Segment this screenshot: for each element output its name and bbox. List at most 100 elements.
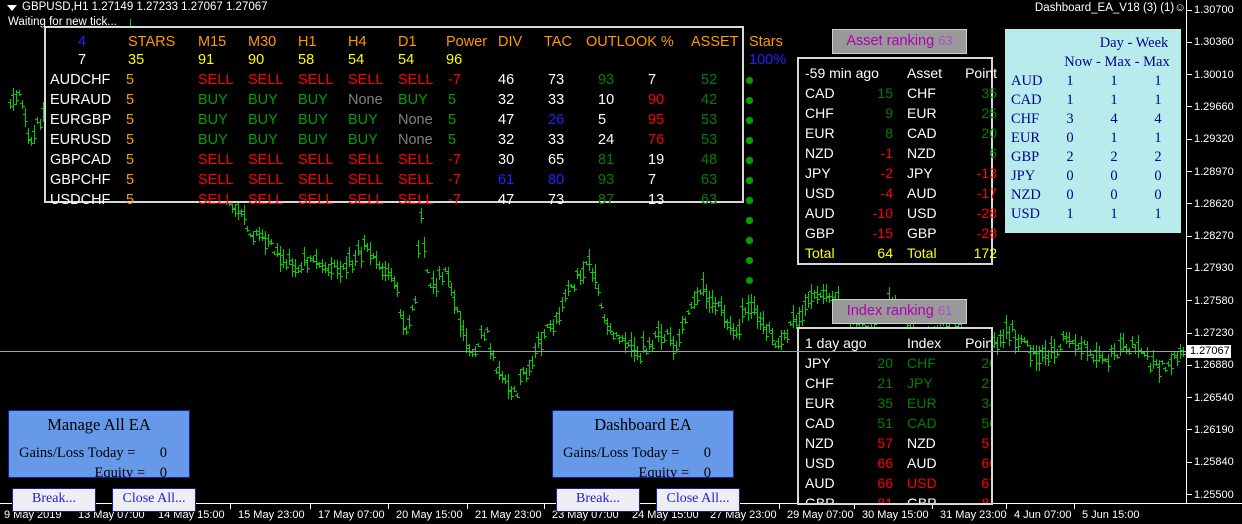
signal-cell-h4: SELL [348,152,384,168]
price-bar [683,317,688,324]
dashboard-ea-equity-value: 0 [703,465,711,481]
asset-row-left-name: NZD [805,145,834,161]
signal-cell-asset: 53 [701,132,718,148]
index-row-left-value: 66 [877,455,893,471]
signal-cell-div: 32 [498,92,515,108]
price-bar [995,337,1000,355]
price-bar [1118,333,1123,356]
manage-all-ea-close-all-button[interactable]: Close All... [112,488,196,512]
price-bar [1004,315,1009,339]
price-bar [797,307,802,327]
price-bar [701,272,706,296]
price-bar [695,287,700,305]
manage-all-ea-equity-value: 0 [159,465,167,481]
signal-subheader-value: 54 [398,52,415,68]
signal-cell-asset: 42 [701,92,718,108]
signal-cell-m30: BUY [248,132,278,148]
signal-cell-m30: SELL [248,152,284,168]
chart-menu-caret-icon[interactable] [7,5,17,11]
asset-ranking-header[interactable]: Asset ranking 63 [832,29,967,54]
index-col-header-name: Index [907,335,942,351]
day-week-panel[interactable]: Day - Week Now - Max - Max AUD 1 1 1 CAD 1 1 1 CHF… [1003,27,1183,235]
signal-cell-asset: 63 [701,172,718,188]
index-ranking-header[interactable]: Index ranking 61 [832,299,967,324]
signal-cell-h4: None [348,92,383,108]
signal-cell-h1: BUY [298,112,328,128]
signal-cell-d1: SELL [398,192,434,208]
day-week-subtitle: Now - Max - Max [1064,54,1170,70]
price-bar [539,332,544,356]
price-bar [638,353,643,364]
dashboard-ea-close-all-button[interactable]: Close All... [656,488,740,512]
mt4-chart-window: GBPUSD,H1 1.27149 1.27233 1.27067 1.2706… [0,0,1242,524]
day-week-row-day-max: 0 [1110,187,1118,203]
asset-row-right-value: 35 [981,85,997,101]
time-axis-separator [1006,504,1007,509]
asset-row-left-name: JPY [805,165,831,181]
signal-cell-h1: BUY [298,132,328,148]
day-week-row-name: AUD [1011,73,1043,89]
index-row-left-name: CAD [805,415,835,431]
price-bar [443,267,448,272]
signal-table[interactable]: 4 STARS M15 M30 H1 H4 D1 Power DIV TAC OUTLOOK % AS… [44,26,786,285]
price-bar [1160,360,1165,365]
signal-cell-h1: BUY [298,92,328,108]
signal-cell-tac: 73 [548,192,565,208]
price-bar [593,264,598,289]
dashboard-ea-break-button[interactable]: Break... [556,488,640,512]
day-week-row-day-max: 1 [1110,206,1118,222]
index-row-left-value: 66 [877,475,893,491]
signal-header-col-stars: STARS [128,34,176,50]
price-axis-tick: 1.30700 [1187,4,1242,17]
day-week-row-day-max: 1 [1110,73,1118,89]
price-bar [1082,340,1087,345]
price-axis-tick: 1.30360 [1187,36,1242,49]
day-week-row-name: GBP [1011,149,1040,165]
asset-ranking-table[interactable]: -59 min ago Asset Point CAD 15 CHF 35 CHF 9 EUR 25… [797,57,997,265]
price-bar [521,367,526,375]
price-bar [710,290,715,313]
price-bar [467,344,472,356]
price-bar [1046,350,1051,366]
day-week-row-day-max: 1 [1110,92,1118,108]
price-bar [257,227,262,241]
day-week-row-now: 0 [1066,187,1074,203]
signal-cell-pair: EURAUD [50,92,112,108]
price-axis-tick: 1.29320 [1187,133,1242,146]
price-bar [32,125,37,144]
asset-row-left-value: -15 [872,225,893,241]
price-axis[interactable]: 1.30700 1.30360 1.30010 1.29660 1.29320 1.289… [1187,0,1242,503]
price-bar [1100,351,1105,364]
price-bar [1136,335,1141,358]
price-bar [677,329,682,347]
price-bar [1133,344,1138,354]
asset-row-left-value: -4 [880,185,893,201]
signal-cell-power: -7 [448,192,461,208]
price-bar [287,249,292,265]
signal-cell-h1: SELL [298,172,334,188]
time-axis-separator [779,504,780,509]
price-bar [734,327,739,338]
price-axis-tick: 1.25500 [1187,489,1242,502]
signal-header-col-power: Power [446,34,488,50]
asset-row-right-value: 172 [973,245,997,261]
signal-cell-stars: 5 [126,132,135,148]
price-bar [251,231,256,245]
price-bar [548,320,553,332]
index-row-right-value: 67 [981,475,991,491]
day-week-row-name: JPY [1011,168,1036,184]
price-bar [338,261,343,283]
price-bar [404,326,409,335]
manage-all-ea-break-button[interactable]: Break... [12,488,96,512]
signal-cell-d1: SELL [398,172,434,188]
dashboard-ea-panel[interactable]: Dashboard EA Gains/Loss Today = 0 Equity… [552,410,734,481]
price-bar [401,311,406,335]
signal-cell-m15: SELL [198,72,234,88]
signal-cell-tac: 33 [548,92,565,108]
asset-row-right-value: -17 [976,185,997,201]
manage-all-ea-panel[interactable]: Manage All EA Gains/Loss Today = 0 Equit… [8,410,190,481]
price-bar [776,338,781,349]
index-ranking-table[interactable]: 1 day ago Index Point JPY 20 CHF 20 CHF 21 JPY 21 E… [797,327,993,505]
index-row-right-value: 57 [981,435,991,451]
asset-row-right-name: GBP [907,225,937,241]
